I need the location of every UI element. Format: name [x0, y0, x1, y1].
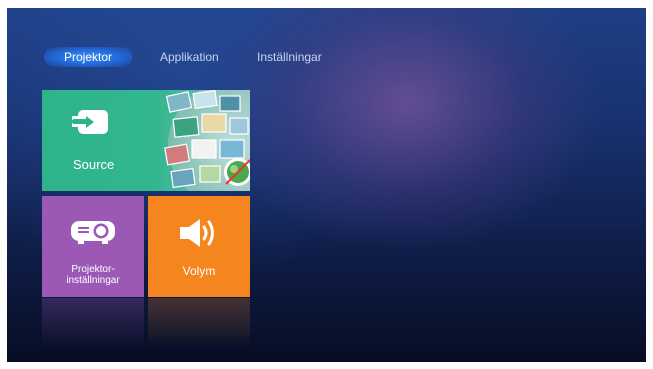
projector-settings-tile[interactable]: Projektor- inställningar — [42, 196, 144, 297]
source-label: Source — [73, 157, 115, 172]
volume-tile[interactable]: Volym — [148, 196, 250, 297]
tile-reflection — [42, 298, 144, 348]
source-tile[interactable]: Source — [42, 90, 250, 191]
tab-installningar[interactable]: Inställningar — [257, 47, 322, 67]
tile-reflection — [148, 298, 250, 348]
volume-label: Volym — [182, 264, 216, 278]
media-collage-image — [164, 90, 250, 191]
tab-applikation[interactable]: Applikation — [160, 47, 219, 67]
speaker-icon — [180, 219, 214, 247]
input-arrow-icon — [72, 110, 108, 134]
launcher-screen: Projektor Applikation Inställningar Sour… — [7, 8, 646, 362]
projector-settings-label: Projektor- inställningar — [66, 264, 120, 286]
projector-icon — [71, 221, 115, 244]
tab-projektor[interactable]: Projektor — [44, 47, 132, 67]
